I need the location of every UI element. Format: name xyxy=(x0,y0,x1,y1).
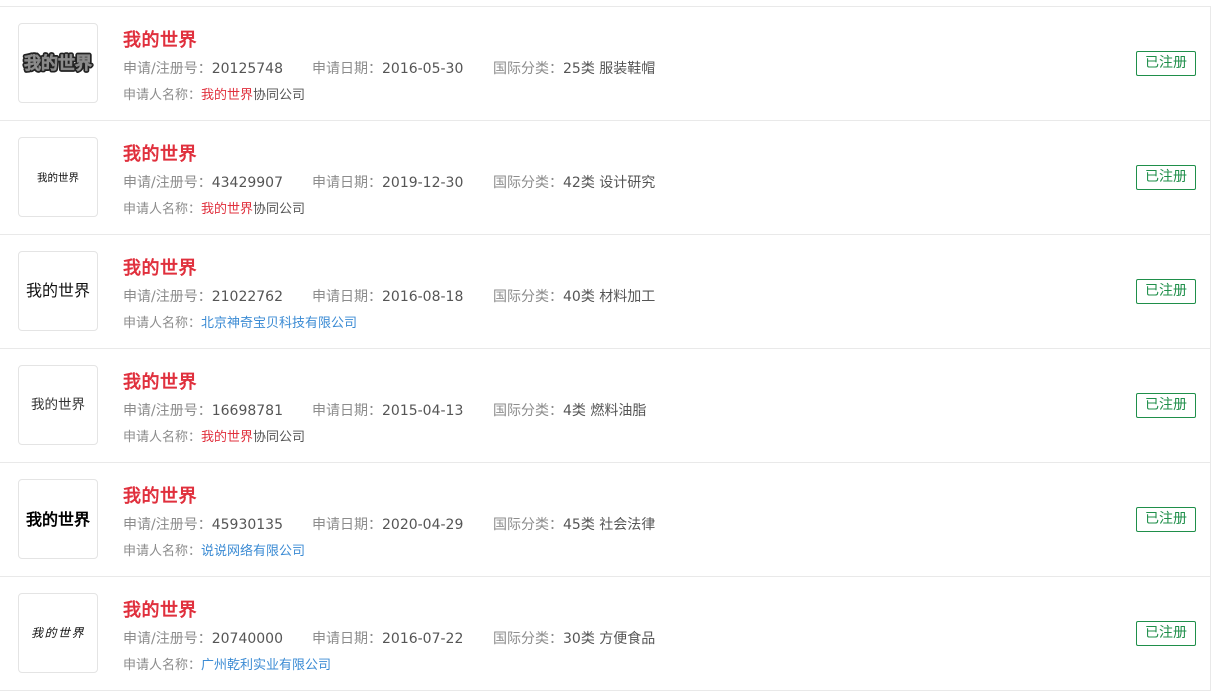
intl-class-value: 4类 燃料油脂 xyxy=(563,403,647,419)
applicant-row: 申请人名称：广州乾利实业有限公司 xyxy=(123,656,331,676)
status-badge: 已注册 xyxy=(1136,279,1196,304)
date-value: 2019-12-30 xyxy=(382,175,464,191)
applicant-link[interactable]: 广州乾利实业有限公司 xyxy=(201,658,331,673)
status-badge: 已注册 xyxy=(1136,621,1196,646)
intl-class-value: 45类 社会法律 xyxy=(563,517,656,533)
reg-no-label: 申请/注册号： xyxy=(123,631,212,647)
date-value: 2016-05-30 xyxy=(382,61,464,77)
applicant-link[interactable]: 北京神奇宝贝科技有限公司 xyxy=(201,316,357,331)
intl-class-label: 国际分类： xyxy=(493,631,563,647)
trademark-title-link[interactable]: 我的世界 xyxy=(123,482,197,508)
applicant-link[interactable]: 我的世界协同公司 xyxy=(201,430,305,445)
applicant-label: 申请人名称： xyxy=(123,316,202,331)
intl-class-label: 国际分类： xyxy=(493,403,563,419)
svg-text:我的世界: 我的世界 xyxy=(24,53,92,74)
reg-no-value: 20740000 xyxy=(211,631,283,647)
applicant-row: 申请人名称：北京神奇宝贝科技有限公司 xyxy=(123,314,357,334)
trademark-logo-image[interactable]: 我的世界 xyxy=(18,137,98,217)
status-badge: 已注册 xyxy=(1136,393,1196,418)
reg-no-value: 16698781 xyxy=(211,403,283,419)
applicant-label: 申请人名称： xyxy=(123,658,202,673)
date-label: 申请日期： xyxy=(312,517,382,533)
applicant-link[interactable]: 我的世界协同公司 xyxy=(201,88,305,103)
intl-class-label: 国际分类： xyxy=(493,517,563,533)
reg-no-label: 申请/注册号： xyxy=(123,517,212,533)
date-value: 2016-07-22 xyxy=(382,631,464,647)
applicant-label: 申请人名称： xyxy=(123,544,202,559)
svg-text:我的世界: 我的世界 xyxy=(26,510,90,529)
list-item[interactable]: 我的世界 我的世界 我的世界 申请/注册号：20125748 申请日期：2016… xyxy=(0,7,1210,121)
trademark-logo-graphic: 我的世界 xyxy=(31,626,85,640)
trademark-logo-graphic: 我的世界 我的世界 xyxy=(22,51,94,76)
list-item[interactable]: 我的世界 我的世界 申请/注册号：20740000 申请日期：2016-07-2… xyxy=(0,577,1210,691)
trademark-title-link[interactable]: 我的世界 xyxy=(123,368,197,394)
trademark-logo-graphic: 我的世界 xyxy=(26,510,90,529)
reg-no-label: 申请/注册号： xyxy=(123,289,212,305)
reg-no-label: 申请/注册号： xyxy=(123,61,212,77)
applicant-row: 申请人名称：我的世界协同公司 xyxy=(123,428,305,448)
date-label: 申请日期： xyxy=(312,403,382,419)
reg-no-value: 20125748 xyxy=(211,61,283,77)
date-value: 2016-08-18 xyxy=(382,289,464,305)
trademark-logo-image[interactable]: 我的世界 我的世界 xyxy=(18,23,98,103)
svg-text:我的世界: 我的世界 xyxy=(31,397,85,413)
intl-class-value: 40类 材料加工 xyxy=(563,289,656,305)
list-item[interactable]: 我的世界 我的世界 申请/注册号：16698781 申请日期：2015-04-1… xyxy=(0,349,1210,463)
trademark-logo-graphic: 我的世界 xyxy=(26,281,90,300)
trademark-result-list: 我的世界 我的世界 我的世界 申请/注册号：20125748 申请日期：2016… xyxy=(0,6,1211,691)
status-badge: 已注册 xyxy=(1136,165,1196,190)
applicant-label: 申请人名称： xyxy=(123,430,202,445)
applicant-label: 申请人名称： xyxy=(123,202,202,217)
svg-text:我的世界: 我的世界 xyxy=(26,281,90,300)
reg-no-value: 43429907 xyxy=(211,175,283,191)
trademark-logo-image[interactable]: 我的世界 xyxy=(18,479,98,559)
applicant-row: 申请人名称：我的世界协同公司 xyxy=(123,200,305,220)
reg-no-label: 申请/注册号： xyxy=(123,175,212,191)
trademark-title-link[interactable]: 我的世界 xyxy=(123,26,197,52)
date-value: 2020-04-29 xyxy=(382,517,464,533)
trademark-title-link[interactable]: 我的世界 xyxy=(123,140,197,166)
svg-text:我的世界: 我的世界 xyxy=(37,171,79,184)
list-item[interactable]: 我的世界 我的世界 申请/注册号：45930135 申请日期：2020-04-2… xyxy=(0,463,1210,577)
date-label: 申请日期： xyxy=(312,631,382,647)
applicant-row: 申请人名称：说说网络有限公司 xyxy=(123,542,305,562)
list-item[interactable]: 我的世界 我的世界 申请/注册号：43429907 申请日期：2019-12-3… xyxy=(0,121,1210,235)
status-badge: 已注册 xyxy=(1136,507,1196,532)
trademark-logo-graphic: 我的世界 xyxy=(31,397,85,413)
svg-text:我的世界: 我的世界 xyxy=(31,626,85,640)
status-badge: 已注册 xyxy=(1136,51,1196,76)
intl-class-value: 25类 服装鞋帽 xyxy=(563,61,656,77)
intl-class-value: 30类 方便食品 xyxy=(563,631,656,647)
reg-no-value: 21022762 xyxy=(211,289,283,305)
date-label: 申请日期： xyxy=(312,175,382,191)
date-value: 2015-04-13 xyxy=(382,403,464,419)
trademark-logo-image[interactable]: 我的世界 xyxy=(18,365,98,445)
intl-class-label: 国际分类： xyxy=(493,289,563,305)
applicant-link[interactable]: 说说网络有限公司 xyxy=(201,544,305,559)
reg-no-value: 45930135 xyxy=(211,517,283,533)
intl-class-label: 国际分类： xyxy=(493,61,563,77)
applicant-row: 申请人名称：我的世界协同公司 xyxy=(123,86,305,106)
intl-class-label: 国际分类： xyxy=(493,175,563,191)
applicant-link[interactable]: 我的世界协同公司 xyxy=(201,202,305,217)
applicant-label: 申请人名称： xyxy=(123,88,202,103)
intl-class-value: 42类 设计研究 xyxy=(563,175,656,191)
reg-no-label: 申请/注册号： xyxy=(123,403,212,419)
date-label: 申请日期： xyxy=(312,289,382,305)
trademark-title-link[interactable]: 我的世界 xyxy=(123,254,197,280)
trademark-title-link[interactable]: 我的世界 xyxy=(123,596,197,622)
date-label: 申请日期： xyxy=(312,61,382,77)
list-item[interactable]: 我的世界 我的世界 申请/注册号：21022762 申请日期：2016-08-1… xyxy=(0,235,1210,349)
trademark-logo-graphic: 我的世界 xyxy=(37,171,79,184)
trademark-logo-image[interactable]: 我的世界 xyxy=(18,593,98,673)
trademark-logo-image[interactable]: 我的世界 xyxy=(18,251,98,331)
